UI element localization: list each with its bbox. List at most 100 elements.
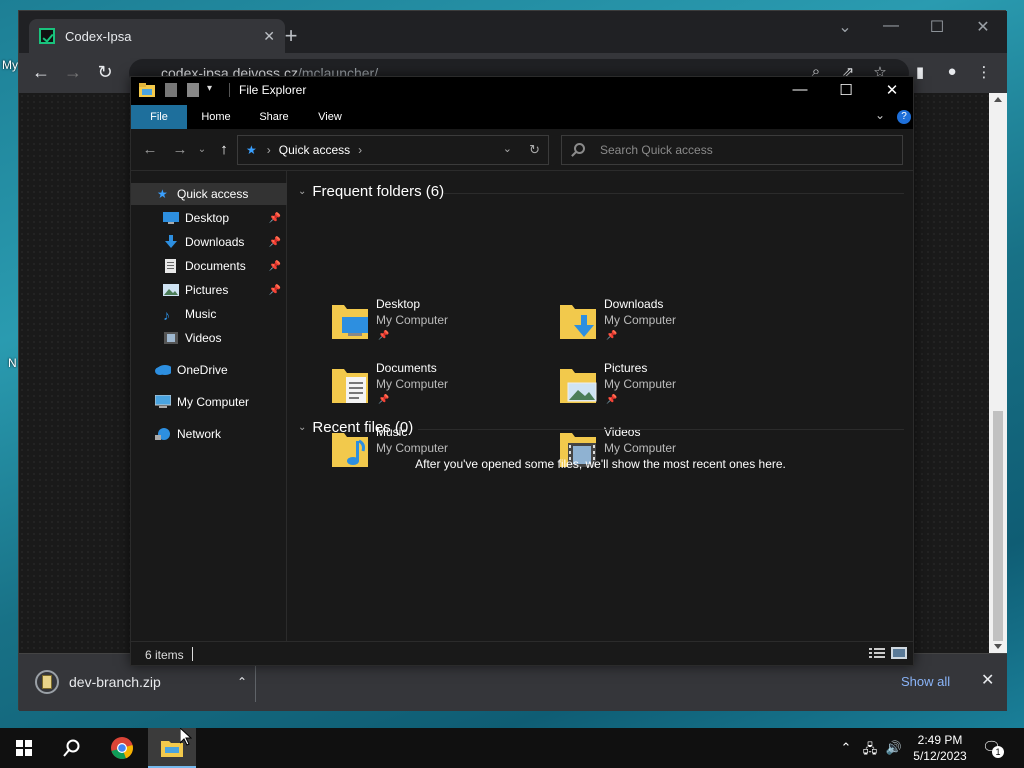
tab-share[interactable]: Share [249,105,299,129]
breadcrumb-separator-icon[interactable]: › [267,143,271,157]
pin-icon[interactable]: 📌 [269,213,281,224]
folder-tile-documents[interactable]: Documents My Computer 📌 [330,359,550,419]
profile-icon[interactable]: ● [941,63,963,83]
menu-icon[interactable]: ⋮ [973,63,995,83]
maximize-button[interactable]: ☐ [915,17,959,37]
recent-locations-icon[interactable]: ⌄ [191,144,213,155]
videos-icon [164,332,178,344]
new-tab-button[interactable]: + [277,23,305,49]
address-dropdown-icon[interactable]: ⌄ [503,142,512,155]
folder-location: My Computer [604,313,677,327]
minimize-button[interactable]: — [869,17,913,35]
nav-item-desktop[interactable]: Desktop 📌 [131,207,287,229]
back-button[interactable]: ← [27,61,55,85]
desktop-folder-icon [332,305,368,339]
folder-tile-pictures[interactable]: Pictures My Computer 📌 [558,359,778,419]
chevron-up-icon[interactable]: ⌃ [237,675,247,689]
nav-item-music[interactable]: ♪ Music [131,303,287,325]
divider [444,193,904,194]
navigation-pane: ★ Quick access Desktop 📌 Downloads 📌 Doc… [131,171,287,641]
file-explorer-window: ▾ File Explorer — ☐ ✕ File Home Share Vi… [130,76,914,666]
start-button[interactable] [0,728,48,768]
tab-close-icon[interactable]: ✕ [263,28,275,45]
scroll-down-icon[interactable] [994,644,1002,649]
quick-access-toolbar-dropdown-icon[interactable]: ▾ [207,83,212,94]
collapse-chevron-icon[interactable]: ⌄ [298,186,306,197]
explorer-maximize-button[interactable]: ☐ [823,81,869,99]
chrome-tab[interactable]: Codex-Ipsa ✕ [29,19,285,53]
breadcrumb-separator-icon[interactable]: › [358,143,362,157]
folder-tile-videos[interactable]: Videos My Computer [558,423,778,483]
nav-item-network[interactable]: Network [131,423,287,445]
search-icon [63,739,80,757]
taskbar-chrome[interactable] [98,728,146,768]
explorer-search-input[interactable]: Search Quick access [561,135,903,165]
action-center-button[interactable]: 🗨 1 [982,738,1004,758]
text-cursor [192,647,193,661]
nav-item-label: Pictures [185,283,229,297]
nav-item-onedrive[interactable]: OneDrive [131,359,287,381]
divider [418,429,904,430]
group-title: Recent files (0) [312,419,414,436]
explorer-back-button[interactable]: ← [139,141,161,158]
up-button[interactable]: ↑ [213,141,235,158]
folder-name: Desktop [376,297,421,311]
explorer-address-bar[interactable]: ★ › Quick access › ⌄ ↻ [237,135,549,165]
breadcrumb-quick-access[interactable]: Quick access [279,143,350,157]
nav-item-videos[interactable]: Videos [131,327,287,349]
downloads-folder-icon [560,305,596,339]
explorer-minimize-button[interactable]: — [777,81,823,98]
pin-icon: 📌 [378,330,390,340]
scroll-thumb[interactable] [993,411,1003,641]
tab-file[interactable]: File [131,105,187,129]
pin-icon[interactable]: 📌 [269,261,281,272]
nav-item-documents[interactable]: Documents 📌 [131,255,287,277]
tab-search-icon[interactable]: ⌄ [823,17,867,37]
download-item[interactable]: dev-branch.zip ⌃ [27,662,255,702]
nav-item-quick-access[interactable]: ★ Quick access [131,183,287,205]
tab-view[interactable]: View [305,105,355,129]
scroll-up-icon[interactable] [994,97,1002,102]
music-icon: ♪ [163,307,170,323]
properties-icon[interactable] [165,83,177,97]
help-icon[interactable]: ? [897,110,911,124]
network-status-icon[interactable]: 🖧 [860,740,880,762]
status-bar: 6 items [131,641,913,665]
folder-tile-downloads[interactable]: Downloads My Computer 📌 [558,295,778,355]
address-row: ← → ⌄ ↑ ★ › Quick access › ⌄ ↻ Search Qu… [131,129,913,171]
nav-item-downloads[interactable]: Downloads 📌 [131,231,287,253]
refresh-icon[interactable]: ↻ [529,142,540,158]
explorer-close-button[interactable]: ✕ [869,81,915,99]
documents-icon [165,259,176,273]
chrome-tab-strip: Codex-Ipsa ✕ + ⌄ — ☐ ✕ [19,11,1007,53]
expand-ribbon-icon[interactable]: ⌄ [875,108,885,122]
nav-item-my-computer[interactable]: My Computer [131,391,287,413]
taskbar-search-button[interactable] [48,728,96,768]
pin-icon[interactable]: 📌 [269,285,281,296]
large-icons-view-icon[interactable] [891,647,907,659]
show-all-link[interactable]: Show all [901,674,950,689]
new-folder-icon[interactable] [187,83,199,97]
explorer-forward-button[interactable]: → [169,141,191,158]
folder-location: My Computer [604,377,677,391]
recent-files-header[interactable]: ⌄ Recent files (0) [298,419,413,436]
zip-file-icon [35,670,59,694]
frequent-folders-header[interactable]: ⌄ Frequent folders (6) [298,183,444,200]
collapse-chevron-icon[interactable]: ⌄ [298,422,306,433]
close-shelf-icon[interactable]: ✕ [981,670,994,690]
forward-button[interactable]: → [59,61,87,85]
search-placeholder: Search Quick access [600,143,713,157]
clock[interactable]: 2:49 PM 5/12/2023 [912,732,968,764]
desktop-icon-label: N [8,356,17,370]
page-scrollbar[interactable] [989,93,1007,653]
close-window-button[interactable]: ✕ [961,17,1005,37]
pin-icon[interactable]: 📌 [269,237,281,248]
folder-tile-desktop[interactable]: Desktop My Computer 📌 [330,295,550,355]
nav-item-pictures[interactable]: Pictures 📌 [131,279,287,301]
details-view-icon[interactable] [869,647,885,659]
reload-button[interactable]: ↻ [91,61,119,85]
tab-home[interactable]: Home [191,105,241,129]
volume-icon[interactable]: 🔊 [884,740,904,756]
chrome-logo-icon [111,737,133,760]
show-hidden-icons-icon[interactable]: ⌃ [836,740,856,756]
